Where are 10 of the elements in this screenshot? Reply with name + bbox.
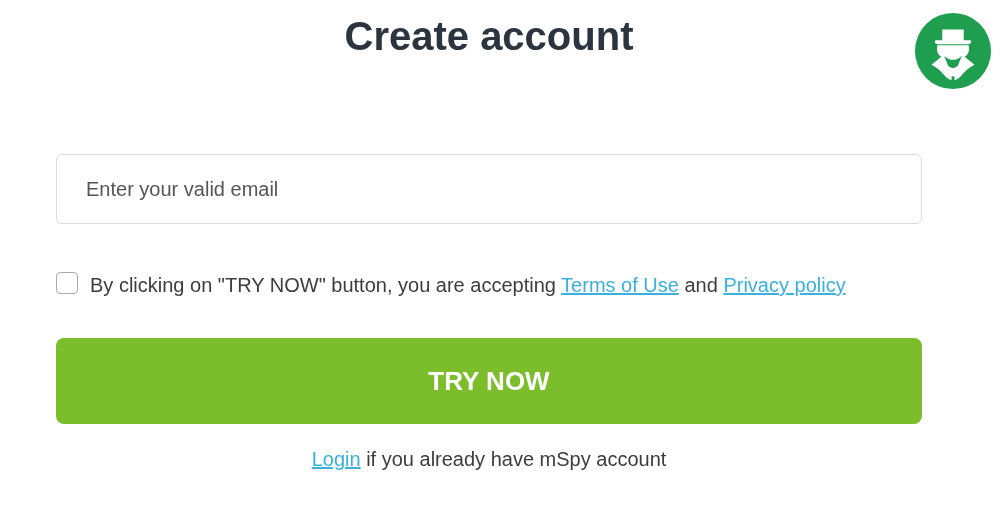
login-text: Login if you already have mSpy account (310, 448, 668, 471)
page-title: Create account (344, 14, 634, 59)
login-link[interactable]: Login (311, 448, 361, 470)
email-field[interactable]: Enter your valid email (56, 154, 922, 224)
try-now-button[interactable]: TRY NOW (56, 338, 922, 424)
agreement-text: By clicking on "TRY NOW" button, you are accepting Terms of Use and Privacy policy (90, 273, 846, 298)
privacy-link[interactable]: Privacy policy (723, 274, 846, 296)
terms-link[interactable]: Terms of Use (561, 274, 679, 296)
agreement-checkbox[interactable] (56, 272, 78, 294)
spy-logo-icon (914, 12, 992, 90)
